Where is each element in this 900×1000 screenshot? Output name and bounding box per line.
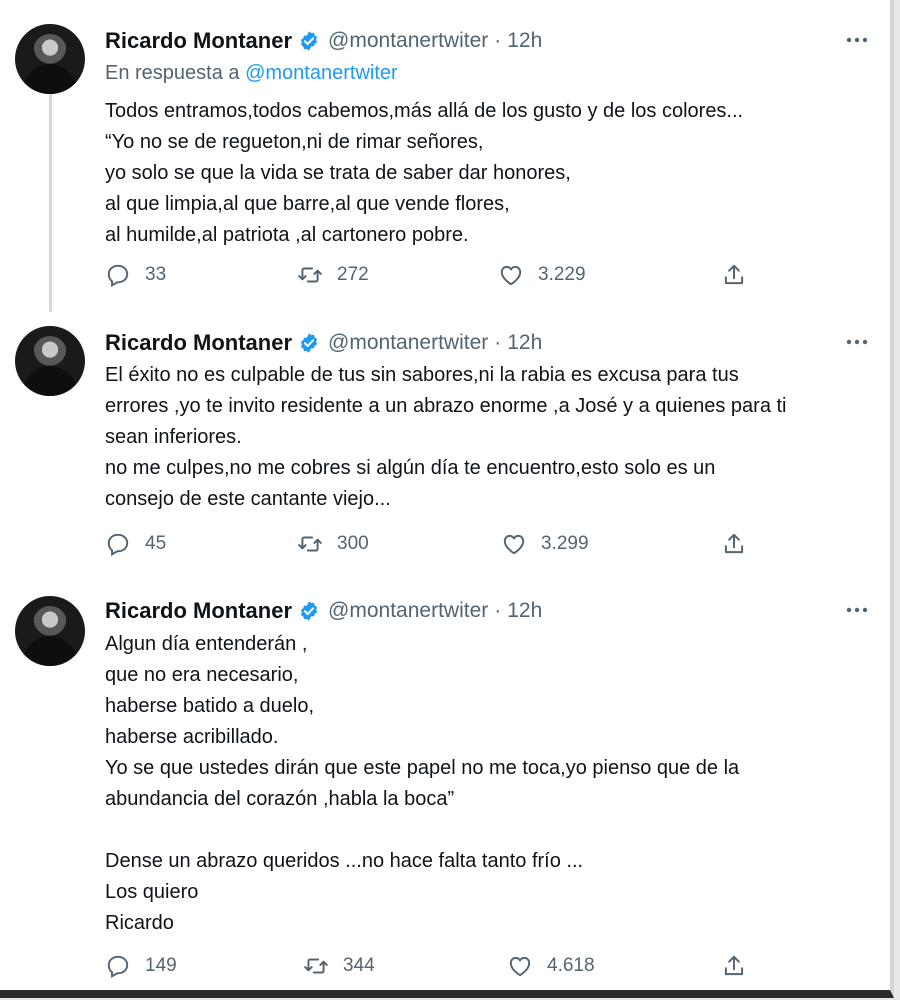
author-handle[interactable]: @montanertwiter: [328, 331, 488, 355]
tweet-line: al que limpia,al que barre,al que vende …: [105, 193, 510, 215]
share-icon: [724, 264, 744, 285]
reply-count: 33: [145, 264, 167, 285]
tweet-line: haberse acribillado.: [105, 726, 279, 748]
like-button[interactable]: 3.299: [501, 531, 589, 557]
tweet-line: Algun día entenderán ,: [105, 633, 308, 655]
avatar[interactable]: [15, 596, 85, 666]
like-count: 3.299: [541, 533, 589, 554]
reply-context: En respuesta a @montanertwiter: [105, 62, 398, 85]
author-name[interactable]: Ricardo Montaner: [105, 28, 292, 54]
reply-prefix: En respuesta a: [105, 62, 246, 84]
tweet-header: Ricardo Montaner @montanertwiter · 12h: [105, 596, 542, 626]
author-name[interactable]: Ricardo Montaner: [105, 330, 292, 356]
separator-dot: ·: [494, 29, 502, 52]
verified-badge-icon: [300, 333, 318, 353]
timestamp[interactable]: 12h: [507, 331, 542, 355]
tweet-line: errores ,yo te invito residente a un abr…: [105, 395, 787, 417]
share-icon: [724, 533, 744, 554]
share-button[interactable]: [721, 262, 747, 288]
retweet-count: 272: [337, 264, 369, 285]
author-handle[interactable]: @montanertwiter: [328, 29, 488, 53]
verified-badge-icon: [300, 31, 318, 51]
tweet-line: consejo de este cantante viejo...: [105, 488, 391, 510]
tweet-thread: Ricardo Montaner @montanertwiter · 12h E…: [0, 0, 894, 998]
tweet-line: Los quiero: [105, 881, 199, 903]
like-count: 4.618: [547, 955, 595, 976]
heart-icon: [500, 265, 522, 286]
retweet-button[interactable]: 344: [303, 953, 375, 979]
reply-icon: [107, 264, 129, 287]
heart-icon: [509, 956, 531, 977]
tweet-line: que no era necesario,: [105, 664, 299, 686]
share-button[interactable]: [721, 953, 747, 979]
like-button[interactable]: 4.618: [507, 953, 595, 979]
timestamp[interactable]: 12h: [507, 29, 542, 53]
like-button[interactable]: 3.229: [498, 262, 586, 288]
tweet-text: Algun día entenderán , que no era necesa…: [105, 629, 865, 939]
tweet-line: yo solo se que la vida se trata de saber…: [105, 162, 571, 184]
tweet-line: “Yo no se de regueton,ni de rimar señore…: [105, 131, 484, 153]
tweet-line: al humilde,al patriota ,al cartonero pob…: [105, 224, 469, 246]
share-icon: [724, 955, 744, 976]
tweet-line: Ricardo: [105, 912, 174, 934]
tweet-actions: 149 344 4.618: [105, 953, 765, 983]
separator-dot: ·: [494, 331, 502, 354]
more-icon[interactable]: [842, 28, 872, 52]
timestamp[interactable]: 12h: [507, 599, 542, 623]
retweet-icon: [298, 267, 322, 283]
tweet-line: Dense un abrazo queridos ...no hace falt…: [105, 850, 584, 872]
tweet-actions: 33 272 3.229: [105, 262, 765, 292]
tweet-line: no me culpes,no me cobres si algún día t…: [105, 457, 716, 479]
reply-count: 45: [145, 533, 167, 554]
author-name[interactable]: Ricardo Montaner: [105, 598, 292, 624]
tweet-line: abundancia del corazón ,habla la boca”: [105, 788, 455, 810]
retweet-count: 300: [337, 533, 369, 554]
retweet-button[interactable]: 272: [297, 262, 369, 288]
tweet-header: Ricardo Montaner @montanertwiter · 12h: [105, 328, 542, 358]
reply-button[interactable]: 149: [105, 953, 177, 979]
retweet-icon: [304, 958, 328, 974]
reply-icon: [107, 533, 129, 556]
tweet-line: haberse batido a duelo,: [105, 695, 315, 717]
tweet-text: El éxito no es culpable de tus sin sabor…: [105, 360, 865, 515]
reply-count: 149: [145, 955, 177, 976]
tweet-actions: 45 300 3.299: [105, 531, 765, 561]
like-count: 3.229: [538, 264, 586, 285]
tweet-line: Yo se que ustedes dirán que este papel n…: [105, 757, 740, 779]
retweet-count: 344: [343, 955, 375, 976]
more-icon[interactable]: [842, 330, 872, 354]
tweet-line: El éxito no es culpable de tus sin sabor…: [105, 364, 739, 386]
reply-button[interactable]: 33: [105, 262, 166, 288]
tweet-line: sean inferiores.: [105, 426, 242, 448]
more-icon[interactable]: [842, 598, 872, 622]
avatar[interactable]: [15, 24, 85, 94]
separator-dot: ·: [494, 599, 502, 622]
reply-button[interactable]: 45: [105, 531, 166, 557]
verified-badge-icon: [300, 601, 318, 621]
tweet-line: Todos entramos,todos cabemos,más allá de…: [105, 100, 744, 122]
reply-icon: [107, 955, 129, 978]
reply-handle-link[interactable]: @montanertwiter: [245, 62, 398, 84]
thread-line: [49, 92, 52, 312]
tweet-header: Ricardo Montaner @montanertwiter · 12h: [105, 26, 542, 56]
author-handle[interactable]: @montanertwiter: [328, 599, 488, 623]
heart-icon: [503, 534, 525, 555]
avatar[interactable]: [15, 326, 85, 396]
retweet-icon: [298, 536, 322, 552]
share-button[interactable]: [721, 531, 747, 557]
retweet-button[interactable]: 300: [297, 531, 369, 557]
tweet-text: Todos entramos,todos cabemos,más allá de…: [105, 96, 865, 251]
